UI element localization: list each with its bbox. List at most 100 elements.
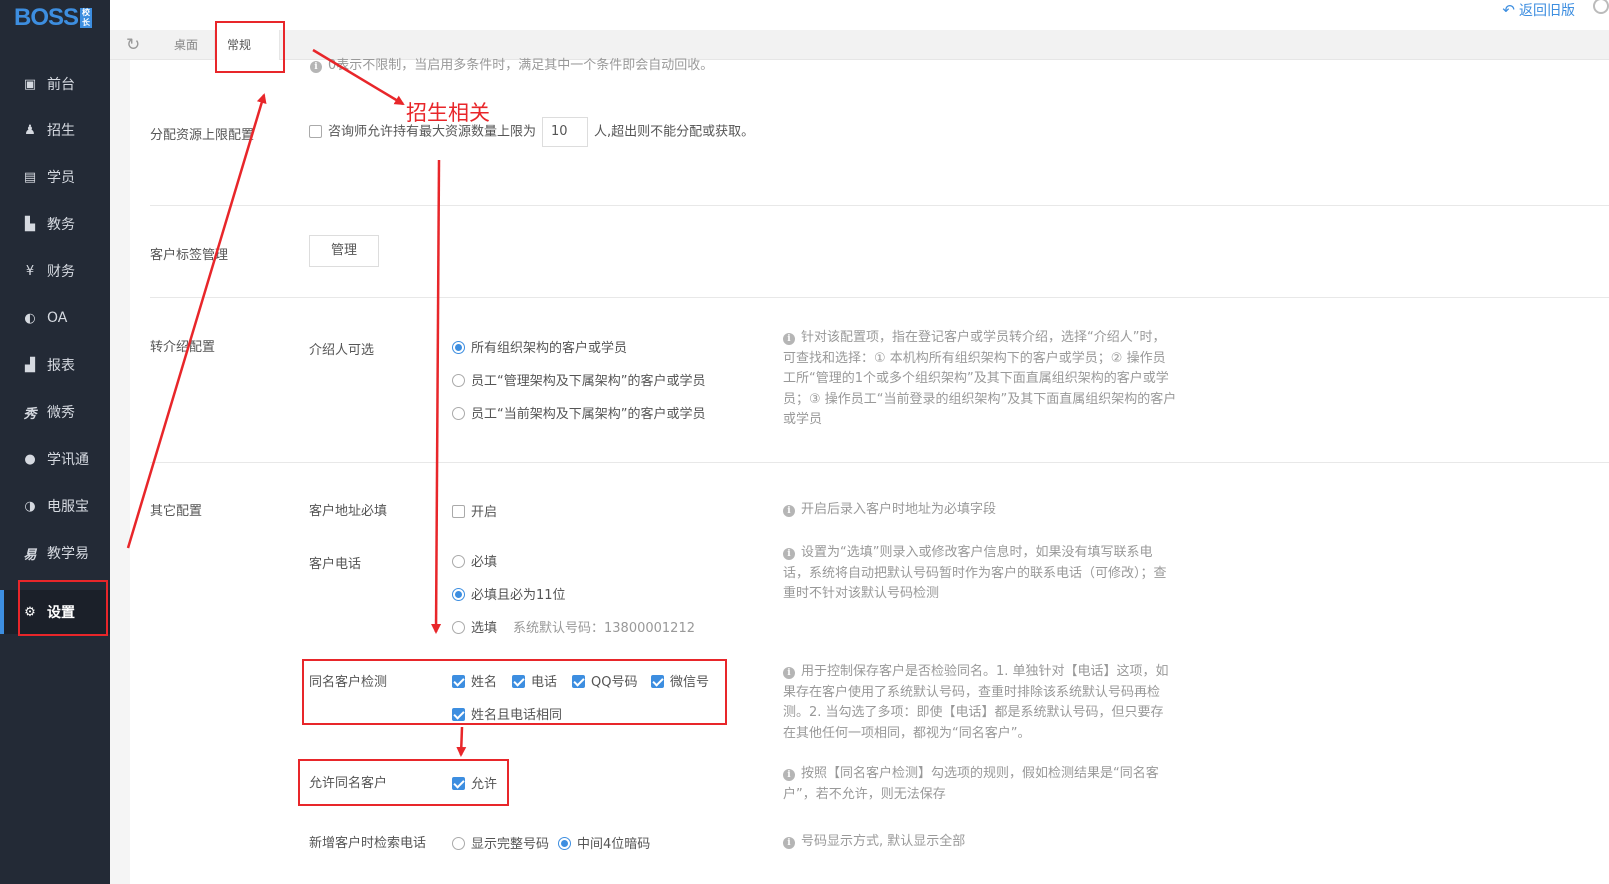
option-label: 中间4位暗码 xyxy=(577,837,651,852)
dup-check-qq[interactable]: QQ号码 xyxy=(572,671,637,690)
hint-line: 在其他任何一项相同，都视为“同名客户”。 xyxy=(783,725,1031,741)
hint-line: 或学员 xyxy=(783,412,823,427)
dup-check-name[interactable]: 姓名 xyxy=(452,671,497,690)
hint-line: 话，系统将自动把默认号码暂时作为客户的联系电话（可修改）；查 xyxy=(783,565,1167,581)
phone-option-optional[interactable]: 选填 系统默认号码：13800001212 xyxy=(452,617,695,636)
phone-hint: i 设置为“选填”则录入或修改客户信息时，如果没有填写联系电 话，系统将自动把默认… xyxy=(783,543,1167,605)
option-label: 所有组织架构的客户或学员 xyxy=(471,341,628,356)
info-icon: i xyxy=(310,61,322,73)
phone-option-required[interactable]: 必填 xyxy=(452,551,497,570)
sidebar-item-label: 报表 xyxy=(47,358,75,374)
info-icon: i xyxy=(783,548,795,560)
sidebar-item-label: 设置 xyxy=(47,605,75,621)
option-label: 必填且必为11位 xyxy=(471,588,566,603)
hint-line: 用于控制保存客户是否检验同名。1. 单独针对【电话】这项，如 xyxy=(801,664,1169,679)
sidebar-item-frontdesk[interactable]: ▣ 前台 xyxy=(0,62,110,106)
option-label: 必填 xyxy=(471,555,498,570)
allow-dup-hint: i 按照【同名客户检测】勾选项的规则，假如检测结果是“同名客 户”，若不允许，则无… xyxy=(783,764,1159,805)
option-label: 员工“管理架构及下属架构”的客户或学员 xyxy=(471,374,706,389)
hint-text: 号码显示方式, 默认显示全部 xyxy=(801,834,966,849)
return-label: 返回旧版 xyxy=(1519,3,1575,19)
alloc-limit-label: 分配资源上限配置 xyxy=(150,128,255,143)
info-icon: i xyxy=(783,333,795,345)
sidebar-item-jiaoxueyi[interactable]: 易教学易 xyxy=(0,531,110,575)
alloc-limit-row: 咨询师允许持有最大资源数量上限为 10 人,超出则不能分配或获取。 xyxy=(309,117,754,148)
sidebar-item-label: 招生 xyxy=(47,123,75,139)
other-config-label: 其它配置 xyxy=(150,504,203,519)
sidebar-item-settings[interactable]: ⚙ 设置 xyxy=(0,590,110,634)
alloc-text-after: 人,超出则不能分配或获取。 xyxy=(594,124,755,140)
divider xyxy=(150,297,1609,298)
sidebar-item-label: 教务 xyxy=(47,217,75,233)
alloc-limit-checkbox[interactable] xyxy=(309,124,322,138)
checkbox-icon xyxy=(452,505,465,518)
radio-icon xyxy=(452,374,465,387)
referral-option-all[interactable]: 所有组织架构的客户或学员 xyxy=(452,337,627,356)
search-phone-full[interactable]: 显示完整号码 xyxy=(452,833,549,852)
sidebar-item-academic[interactable]: ▙ 教务 xyxy=(0,202,110,246)
boss-logo[interactable]: BOSS 校长 xyxy=(14,4,93,32)
checkbox-icon xyxy=(651,675,664,688)
teach-board-icon: ▙ xyxy=(25,216,35,232)
sidebar-item-students[interactable]: ▤ 学员 xyxy=(0,155,110,199)
address-hint: i 开启后录入客户时地址为必填字段 xyxy=(783,500,996,521)
logo-sub: 校长 xyxy=(80,8,93,28)
phone-service-icon: ◑ xyxy=(24,498,36,514)
jiaoxueyi-icon: 易 xyxy=(23,547,37,563)
phone-option-11-digits[interactable]: 必填且必为11位 xyxy=(452,584,566,603)
sidebar-item-enroll[interactable]: ♟ 招生 xyxy=(0,108,110,152)
sidebar-item-xuexuntong[interactable]: ● 学讯通 xyxy=(0,437,110,481)
sidebar-item-finance[interactable]: ¥ 财务 xyxy=(0,249,110,293)
divider xyxy=(150,205,1609,206)
user-icon[interactable] xyxy=(1593,0,1609,14)
hint-line: 针对该配置项，指在登记客户或学员转介绍，选择“介绍人”时， xyxy=(801,330,1166,345)
referral-option-manage[interactable]: 员工“管理架构及下属架构”的客户或学员 xyxy=(452,370,705,389)
gear-icon: ⚙ xyxy=(24,604,36,620)
sidebar-item-dianfubao[interactable]: ◑ 电服宝 xyxy=(0,484,110,528)
default-number-text: 系统默认号码：13800001212 xyxy=(513,621,695,636)
option-label: 选填 xyxy=(471,621,498,636)
sidebar-item-oa[interactable]: ◐ OA xyxy=(0,296,110,340)
search-phone-label: 新增客户时检索电话 xyxy=(309,836,427,851)
address-required-label: 客户地址必填 xyxy=(309,504,388,519)
hint-line: 工所“管理的1个或多个组织架构”及其下面直属组织架构的客户或学 xyxy=(783,371,1169,386)
dup-check-wechat[interactable]: 微信号 xyxy=(651,671,709,690)
sidebar-item-weixiu[interactable]: 秀微秀 xyxy=(0,390,110,434)
sidebar-item-label: 学讯通 xyxy=(47,452,89,468)
sidebar-item-label: 微秀 xyxy=(47,405,75,421)
student-card-icon: ▤ xyxy=(23,169,37,185)
tab-general[interactable]: 常规× xyxy=(214,30,280,83)
refresh-icon[interactable]: ↻ xyxy=(126,36,140,54)
radio-icon xyxy=(452,341,465,354)
alloc-limit-input[interactable]: 10 xyxy=(542,117,589,147)
location-pin-icon: ● xyxy=(24,451,36,467)
referral-option-current[interactable]: 员工“当前架构及下属架构”的客户或学员 xyxy=(452,403,705,422)
address-required-checkbox[interactable]: 开启 xyxy=(452,501,497,520)
customer-phone-label: 客户电话 xyxy=(309,557,362,572)
settings-content xyxy=(110,60,1609,884)
yen-icon: ¥ xyxy=(25,263,35,279)
checkbox-icon xyxy=(572,675,585,688)
dup-check-name-and-phone[interactable]: 姓名且电话相同 xyxy=(452,704,562,723)
hint-line: 员；③ 操作员工“当前登录的组织架构”及其下面直属组织架构的客户 xyxy=(783,391,1177,407)
hint-text: 0表示不限制，当启用多条件时，满足其中一个条件即会自动回收。 xyxy=(328,58,714,73)
allow-dup-checkbox[interactable]: 允许 xyxy=(452,773,497,792)
radio-icon xyxy=(452,588,465,601)
info-icon: i xyxy=(783,769,795,781)
tab-desktop[interactable]: 桌面 xyxy=(162,30,210,60)
info-icon: i xyxy=(783,667,795,679)
wexiu-icon: 秀 xyxy=(23,406,37,422)
return-old-version-link[interactable]: ↶ 返回旧版 xyxy=(1502,0,1575,20)
annotation-label: 招生相关 xyxy=(406,101,490,125)
radio-icon xyxy=(452,621,465,634)
sidebar-item-reports[interactable]: ▟ 报表 xyxy=(0,343,110,387)
info-icon: i xyxy=(783,505,795,517)
tag-manage-label: 客户标签管理 xyxy=(150,248,229,263)
radio-icon xyxy=(452,837,465,850)
calendar-icon: ▣ xyxy=(23,76,37,92)
search-phone-masked[interactable]: 中间4位暗码 xyxy=(558,833,650,852)
top-bar: ↶ 返回旧版 xyxy=(110,0,1609,30)
radio-icon xyxy=(452,555,465,568)
dup-check-phone[interactable]: 电话 xyxy=(512,671,557,690)
tag-manage-button[interactable]: 管理 xyxy=(309,235,379,267)
